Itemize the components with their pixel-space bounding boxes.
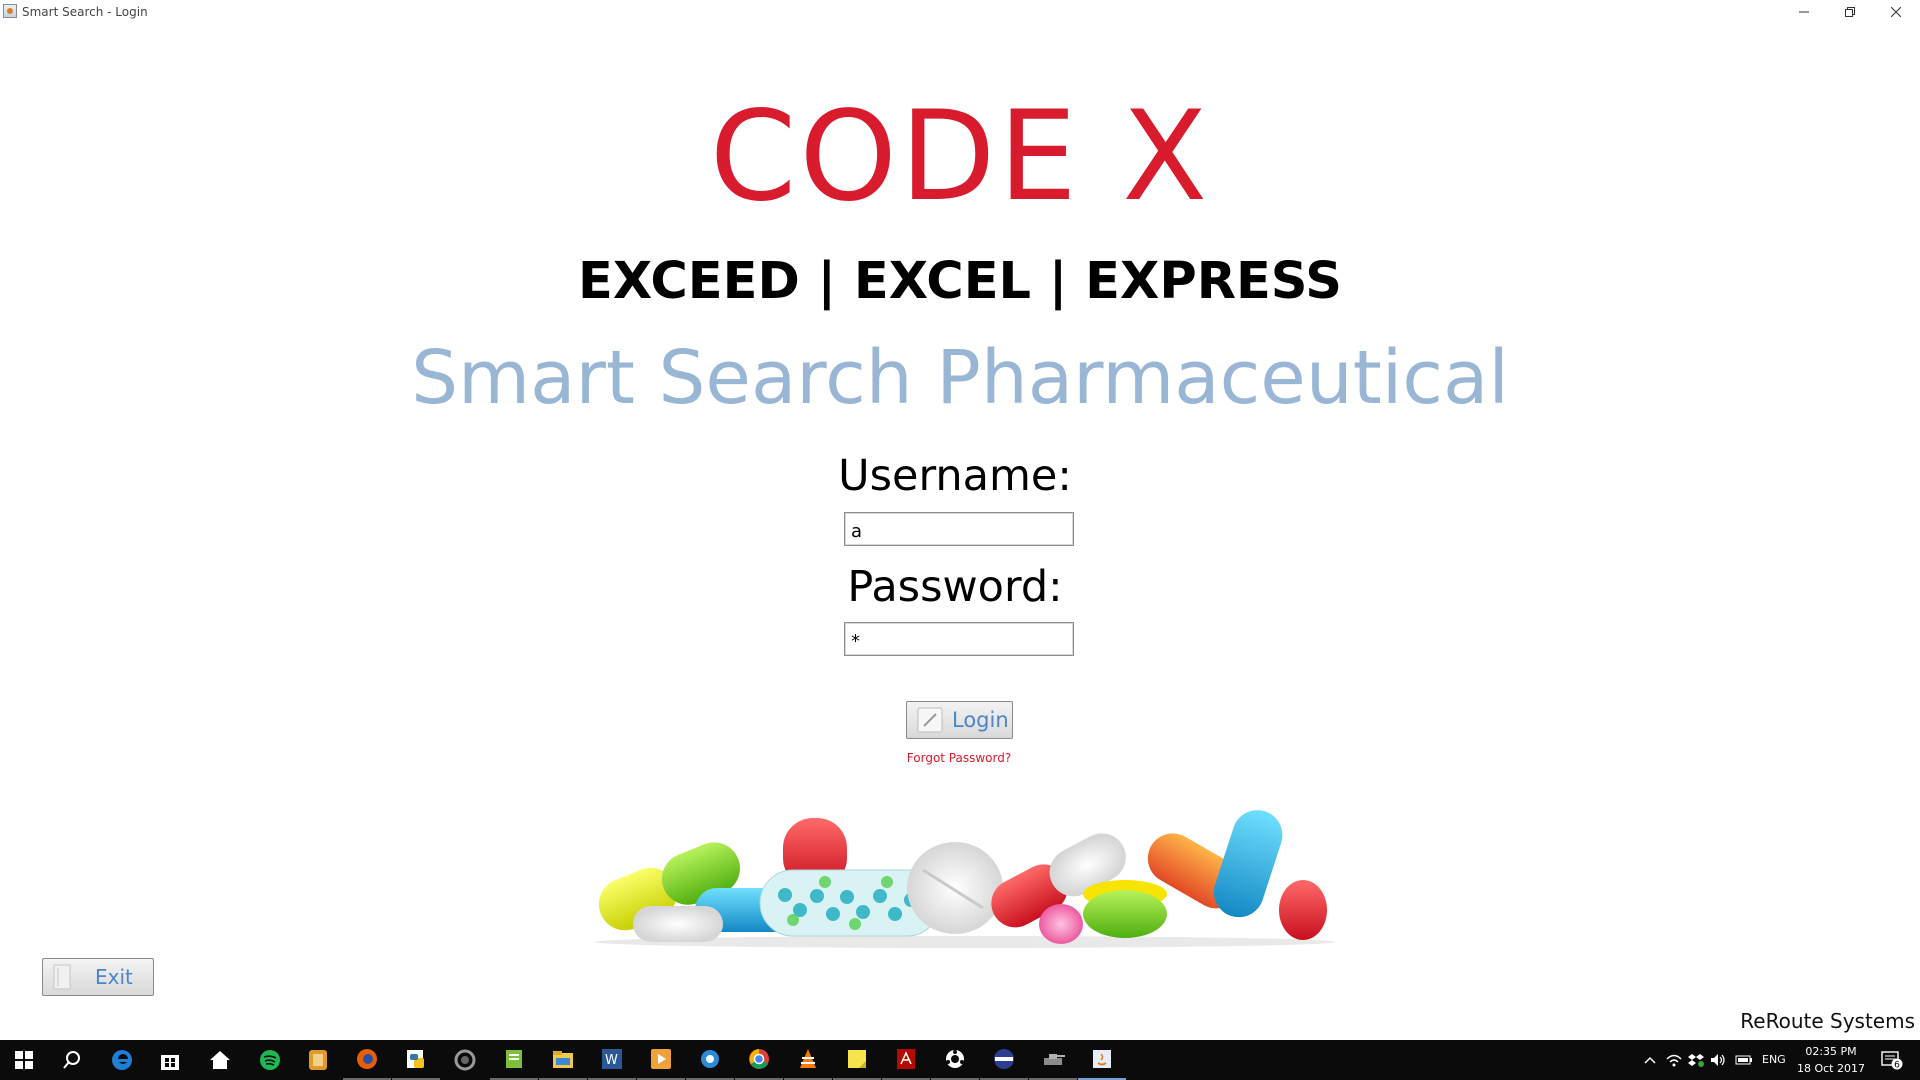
close-button[interactable]: [1873, 0, 1919, 24]
window-title: Smart Search - Login: [22, 5, 148, 19]
brand-tagline: EXCEED | EXCEL | EXPRESS: [578, 252, 1342, 311]
tencent-icon: [701, 1050, 719, 1068]
clock-time: 02:35 PM: [1805, 1045, 1857, 1058]
java-app-icon: [3, 4, 17, 18]
username-input[interactable]: [844, 512, 1074, 546]
taskbar-striped-app[interactable]: [980, 1040, 1028, 1080]
cortana-ring-icon: [454, 1049, 476, 1071]
company-name: ReRoute Systems: [1740, 1009, 1915, 1033]
restore-button[interactable]: [1827, 0, 1873, 24]
taskbar-search-button[interactable]: [48, 1040, 96, 1080]
exit-button-label: Exit: [95, 965, 133, 989]
home-icon: [210, 1051, 230, 1069]
tray-network[interactable]: [1664, 1040, 1684, 1080]
volume-icon: [1711, 1054, 1725, 1066]
username-label: Username:: [838, 451, 1072, 501]
clock-date: 18 Oct 2017: [1796, 1062, 1865, 1075]
battery-icon: [1735, 1055, 1752, 1065]
taskbar-game[interactable]: [1029, 1040, 1077, 1080]
store-icon: [161, 1055, 179, 1070]
acrobat-icon: [897, 1049, 915, 1069]
close-icon: [1891, 7, 1901, 17]
daemon-icon: [946, 1050, 964, 1068]
search-icon: [63, 1051, 80, 1069]
taskbar-edge[interactable]: [98, 1040, 146, 1080]
taskbar: W ENG 02:35 PM 18 Oct 2017 6: [0, 1040, 1920, 1080]
notification-count: 6: [1894, 1061, 1900, 1071]
tray-battery[interactable]: [1732, 1040, 1756, 1080]
taskbar-media-player[interactable]: [637, 1040, 685, 1080]
tray-dropbox[interactable]: [1686, 1040, 1706, 1080]
notification-icon: 6: [1881, 1051, 1903, 1071]
password-label: Password:: [847, 562, 1063, 612]
java-icon: [1093, 1050, 1111, 1068]
login-button[interactable]: Login: [906, 701, 1013, 739]
edit-icon: [917, 707, 943, 733]
action-center-button[interactable]: 6: [1874, 1040, 1910, 1080]
tray-volume[interactable]: [1708, 1040, 1728, 1080]
start-button[interactable]: [0, 1040, 48, 1080]
restore-icon: [1845, 7, 1855, 17]
dropbox-icon: [1688, 1054, 1704, 1067]
notepad-icon: [506, 1050, 522, 1068]
app-icon: [309, 1050, 327, 1070]
window-title-bar: Smart Search - Login: [0, 0, 1920, 24]
password-input[interactable]: [844, 622, 1074, 656]
taskbar-home[interactable]: [196, 1040, 244, 1080]
sticky-notes-icon: [848, 1050, 866, 1068]
taskbar-app[interactable]: [294, 1040, 342, 1080]
login-button-label: Login: [952, 708, 1009, 732]
input-language[interactable]: ENG: [1762, 1053, 1786, 1066]
taskbar-store[interactable]: [146, 1040, 194, 1080]
pills-illustration: [595, 810, 1335, 948]
spotify-icon: [260, 1050, 280, 1070]
firefox-icon: [357, 1049, 377, 1069]
taskbar-firefox[interactable]: [343, 1040, 391, 1080]
taskbar-notepad[interactable]: [490, 1040, 538, 1080]
taskbar-sticky-notes[interactable]: [833, 1040, 881, 1080]
vlc-icon: [800, 1049, 816, 1068]
taskbar-file-explorer[interactable]: [539, 1040, 587, 1080]
python-icon: [407, 1050, 424, 1068]
wifi-icon: [1666, 1054, 1682, 1067]
taskbar-ring-app[interactable]: [441, 1040, 489, 1080]
chevron-up-icon: [1644, 1056, 1656, 1064]
taskbar-java[interactable]: [1078, 1040, 1126, 1080]
taskbar-tencent[interactable]: [686, 1040, 734, 1080]
taskbar-chrome[interactable]: [735, 1040, 783, 1080]
taskbar-vlc[interactable]: [784, 1040, 832, 1080]
app-subtitle: Smart Search Pharmaceutical: [411, 335, 1509, 421]
exit-door-icon: [53, 964, 71, 990]
svg-text:W: W: [605, 1053, 618, 1068]
chrome-icon: [749, 1049, 769, 1069]
system-clock[interactable]: 02:35 PM 18 Oct 2017: [1794, 1043, 1868, 1077]
media-player-icon: [651, 1049, 671, 1069]
taskbar-word[interactable]: W: [588, 1040, 636, 1080]
tray-show-hidden[interactable]: [1640, 1040, 1660, 1080]
minimize-button[interactable]: [1781, 0, 1827, 24]
taskbar-acrobat[interactable]: [882, 1040, 930, 1080]
exit-button[interactable]: Exit: [42, 958, 154, 996]
stripe-icon: [994, 1049, 1014, 1069]
taskbar-daemon[interactable]: [931, 1040, 979, 1080]
forgot-password-link[interactable]: Forgot Password?: [0, 751, 1918, 765]
word-icon: W: [602, 1049, 622, 1069]
edge-icon: [112, 1050, 132, 1070]
start-icon: [15, 1051, 33, 1069]
taskbar-python[interactable]: [392, 1040, 440, 1080]
brand-title: CODE X: [709, 85, 1211, 229]
taskbar-spotify[interactable]: [246, 1040, 294, 1080]
file-explorer-icon: [553, 1051, 573, 1068]
minimize-icon: [1799, 11, 1809, 13]
tank-icon: [1044, 1054, 1065, 1065]
